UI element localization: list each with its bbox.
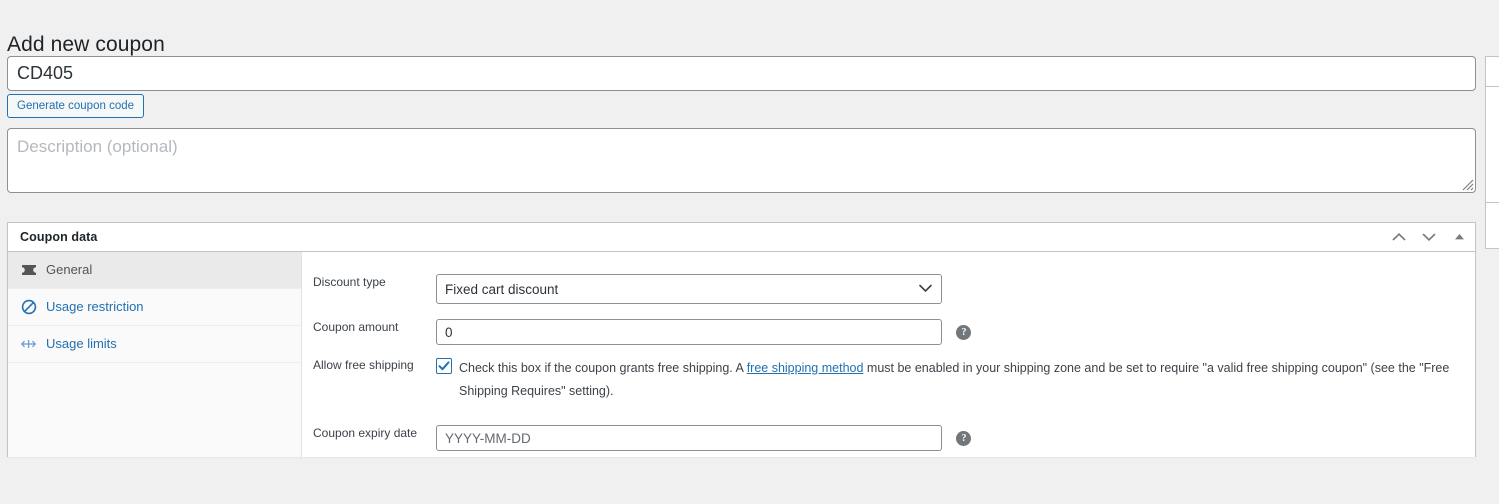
expiry-date-row: Coupon expiry date ? [302, 425, 1475, 451]
allow-free-shipping-description: Check this box if the coupon grants free… [459, 357, 1464, 403]
circle-slash-icon [20, 298, 38, 316]
metabox-title: Coupon data [20, 230, 98, 244]
expiry-date-control: ? [436, 425, 1475, 451]
secondary-column-sliver [1485, 56, 1499, 249]
description-textarea[interactable] [7, 128, 1476, 193]
move-down-icon[interactable] [1419, 226, 1439, 248]
tab-usage-limits-label: Usage limits [46, 336, 117, 351]
free-shipping-text-before: Check this box if the coupon grants free… [459, 361, 747, 375]
sliver-divider-2 [1486, 202, 1499, 203]
allow-free-shipping-label: Allow free shipping [313, 358, 414, 372]
expiry-date-input[interactable] [436, 425, 942, 451]
free-shipping-method-link[interactable]: free shipping method [747, 361, 864, 375]
generate-coupon-code-button[interactable]: Generate coupon code [7, 94, 145, 118]
toggle-panel-icon[interactable] [1449, 226, 1469, 248]
tab-usage-restriction-label: Usage restriction [46, 299, 144, 314]
coupon-amount-label: Coupon amount [313, 320, 399, 334]
allow-free-shipping-row: Allow free shipping Check this box if th… [302, 357, 1475, 403]
page-title: Add new coupon [7, 33, 165, 57]
tab-general-label: General [46, 262, 93, 277]
ticket-icon [20, 261, 38, 279]
sliver-divider [1486, 86, 1499, 87]
metabox-header: Coupon data [8, 223, 1475, 252]
description-wrapper [7, 128, 1476, 193]
move-up-icon[interactable] [1389, 226, 1409, 248]
metabox-body: General Usage restriction Usage limits D… [8, 252, 1475, 457]
expiry-date-label: Coupon expiry date [313, 426, 418, 440]
help-icon[interactable]: ? [956, 324, 972, 340]
allow-free-shipping-control: Check this box if the coupon grants free… [436, 357, 1475, 403]
allow-free-shipping-checkbox[interactable] [436, 358, 452, 374]
tab-general[interactable]: General [8, 252, 301, 289]
coupon-data-tabs: General Usage restriction Usage limits [8, 252, 302, 457]
tab-usage-limits[interactable]: Usage limits [8, 326, 301, 363]
coupon-amount-input[interactable] [436, 319, 942, 345]
discount-type-select[interactable]: Fixed cart discount [436, 274, 942, 304]
coupon-editor-page: Add new coupon Generate coupon code Coup… [0, 0, 1499, 504]
tab-usage-restriction[interactable]: Usage restriction [8, 289, 301, 326]
coupon-amount-control: ? [436, 319, 1475, 345]
discount-type-control: Fixed cart discount [436, 274, 1475, 304]
general-panel: Discount type Fixed cart discount Coupon… [302, 252, 1475, 457]
coupon-code-input[interactable] [7, 56, 1476, 91]
usage-limits-icon [20, 335, 38, 353]
discount-type-label: Discount type [313, 275, 386, 289]
discount-type-row: Discount type Fixed cart discount [302, 274, 1475, 304]
coupon-amount-row: Coupon amount ? [302, 319, 1475, 345]
help-icon[interactable]: ? [956, 430, 972, 446]
metabox-actions [1389, 223, 1469, 251]
coupon-data-metabox: Coupon data General Usage restriction Us… [7, 222, 1476, 457]
